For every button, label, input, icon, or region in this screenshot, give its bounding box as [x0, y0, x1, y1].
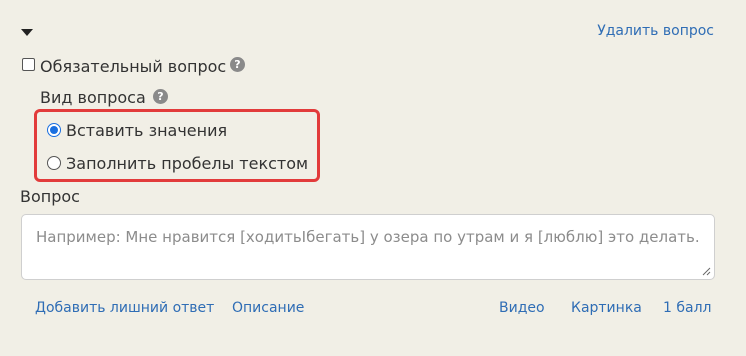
delete-question-link[interactable]: Удалить вопрос [597, 23, 714, 39]
question-textarea[interactable]: Например: Мне нравится [ходитьIбегать] у… [21, 214, 715, 280]
radio-fill-blanks[interactable] [47, 156, 61, 170]
question-label: Вопрос [20, 187, 80, 206]
radio-fill-blanks-label[interactable]: Заполнить пробелы текстом [66, 154, 308, 173]
radio-insert-values[interactable] [47, 123, 61, 137]
question-circle-icon[interactable]: ? [153, 89, 168, 104]
description-link[interactable]: Описание [232, 300, 304, 316]
required-checkbox[interactable] [22, 58, 35, 71]
question-type-label: Вид вопроса [40, 88, 146, 107]
collapse-toggle-icon[interactable] [20, 26, 34, 38]
radio-insert-values-label[interactable]: Вставить значения [66, 121, 227, 140]
required-label[interactable]: Обязательный вопрос [40, 57, 226, 76]
question-circle-icon[interactable]: ? [230, 57, 245, 72]
points-link[interactable]: 1 балл [663, 300, 711, 316]
add-extra-answer-link[interactable]: Добавить лишний ответ [35, 300, 214, 316]
image-link[interactable]: Картинка [571, 300, 642, 316]
video-link[interactable]: Видео [499, 300, 545, 316]
resize-grip-icon[interactable] [701, 266, 711, 276]
question-placeholder: Например: Мне нравится [ходитьIбегать] у… [36, 228, 700, 246]
